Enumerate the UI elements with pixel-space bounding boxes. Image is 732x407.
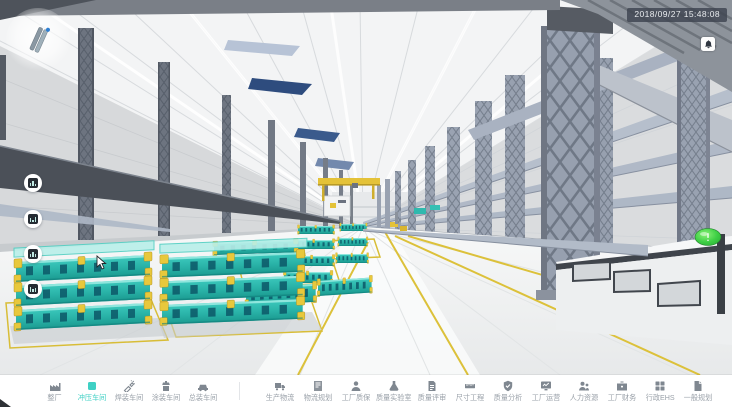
tab-admin-ehs[interactable]: 行政EHS bbox=[641, 380, 679, 402]
human-resources-icon bbox=[578, 380, 590, 392]
tab-factory-qa[interactable]: 工厂质保 bbox=[337, 380, 375, 402]
tab-factory-finance[interactable]: 工厂财务 bbox=[603, 380, 641, 402]
kpi-panel-button-4[interactable] bbox=[24, 280, 42, 298]
tab-stamping-shop[interactable]: 冲压车间 bbox=[73, 380, 110, 402]
lab-flask-icon bbox=[388, 380, 400, 392]
tab-label: 行政EHS bbox=[646, 394, 675, 401]
kpi-panel-button-3[interactable] bbox=[24, 245, 42, 263]
tab-quality-analysis[interactable]: 质量分析 bbox=[489, 380, 527, 402]
tab-label: 一般规划 bbox=[684, 394, 713, 401]
logistics-truck-icon bbox=[274, 380, 286, 392]
tab-human-resources[interactable]: 人力资源 bbox=[565, 380, 603, 402]
bottom-toolbar: 整厂 冲压车间 焊装车间 涂装车间 总装车间 生产物流 物流规划 bbox=[0, 375, 732, 407]
tab-label: 工厂财务 bbox=[608, 394, 637, 401]
kpi-panel-button-2[interactable] bbox=[24, 210, 42, 228]
tab-label: 工厂质保 bbox=[342, 394, 371, 401]
tab-label: 质量评审 bbox=[418, 394, 447, 401]
tab-whole-plant[interactable]: 整厂 bbox=[36, 380, 73, 402]
tab-label: 整厂 bbox=[47, 394, 61, 401]
tab-label: 生产物流 bbox=[266, 394, 295, 401]
tab-label: 焊装车间 bbox=[114, 394, 143, 401]
tab-painting-shop[interactable]: 涂装车间 bbox=[147, 380, 184, 402]
final-assembly-icon bbox=[197, 380, 209, 392]
tab-quality-lab[interactable]: 质量实验室 bbox=[375, 380, 413, 402]
viewport-3d[interactable] bbox=[0, 0, 732, 375]
scene-timestamp: 2018/09/27 15:48:08 bbox=[627, 8, 727, 22]
tab-logistics-planning[interactable]: 物流规划 bbox=[299, 380, 337, 402]
tab-quality-review[interactable]: 质量评审 bbox=[413, 380, 451, 402]
finance-briefcase-icon bbox=[616, 380, 628, 392]
stamping-icon bbox=[86, 380, 98, 392]
dimension-ruler-icon bbox=[464, 380, 476, 392]
tab-label: 质量分析 bbox=[494, 394, 523, 401]
notification-button[interactable] bbox=[701, 37, 715, 51]
tab-final-assembly-shop[interactable]: 总装车间 bbox=[184, 380, 221, 402]
tab-label: 冲压车间 bbox=[77, 394, 106, 401]
kpi-monitor-icon bbox=[28, 249, 38, 259]
operations-monitor-icon bbox=[540, 380, 552, 392]
kpi-monitor-icon bbox=[28, 178, 38, 188]
toolbar-divider bbox=[239, 382, 240, 400]
tab-dimension-engineering[interactable]: 尺寸工程 bbox=[451, 380, 489, 402]
kpi-monitor-icon bbox=[28, 284, 38, 294]
ehs-grid-icon bbox=[654, 380, 666, 392]
tab-label: 人力资源 bbox=[570, 394, 599, 401]
alert-marker[interactable] bbox=[695, 229, 721, 246]
painting-icon bbox=[160, 380, 172, 392]
tab-production-logistics[interactable]: 生产物流 bbox=[261, 380, 299, 402]
quality-assurance-icon bbox=[350, 380, 362, 392]
bell-icon bbox=[704, 40, 713, 49]
scene-corner-artifact bbox=[0, 399, 11, 407]
tab-factory-operations[interactable]: 工厂运营 bbox=[527, 380, 565, 402]
tab-label: 涂装车间 bbox=[151, 394, 180, 401]
quality-analysis-icon bbox=[502, 380, 514, 392]
factory-icon bbox=[49, 380, 61, 392]
welding-icon bbox=[123, 380, 135, 392]
tab-label: 物流规划 bbox=[304, 394, 333, 401]
tab-welding-shop[interactable]: 焊装车间 bbox=[110, 380, 147, 402]
company-logo bbox=[6, 8, 70, 72]
general-planning-icon bbox=[692, 380, 704, 392]
tab-label: 总装车间 bbox=[188, 394, 217, 401]
digital-twin-app: 2018/09/27 15:48:08 整厂 冲压车间 焊装车间 bbox=[0, 0, 732, 407]
kpi-panel-button-1[interactable] bbox=[24, 174, 42, 192]
kpi-monitor-icon bbox=[28, 214, 38, 224]
tab-label: 工厂运营 bbox=[532, 394, 561, 401]
quality-review-icon bbox=[426, 380, 438, 392]
factory-3d-scene[interactable] bbox=[0, 0, 732, 375]
tab-label: 质量实验室 bbox=[376, 394, 412, 401]
tab-label: 尺寸工程 bbox=[456, 394, 485, 401]
logistics-planning-icon bbox=[312, 380, 324, 392]
tab-general-planning[interactable]: 一般规划 bbox=[679, 380, 717, 402]
